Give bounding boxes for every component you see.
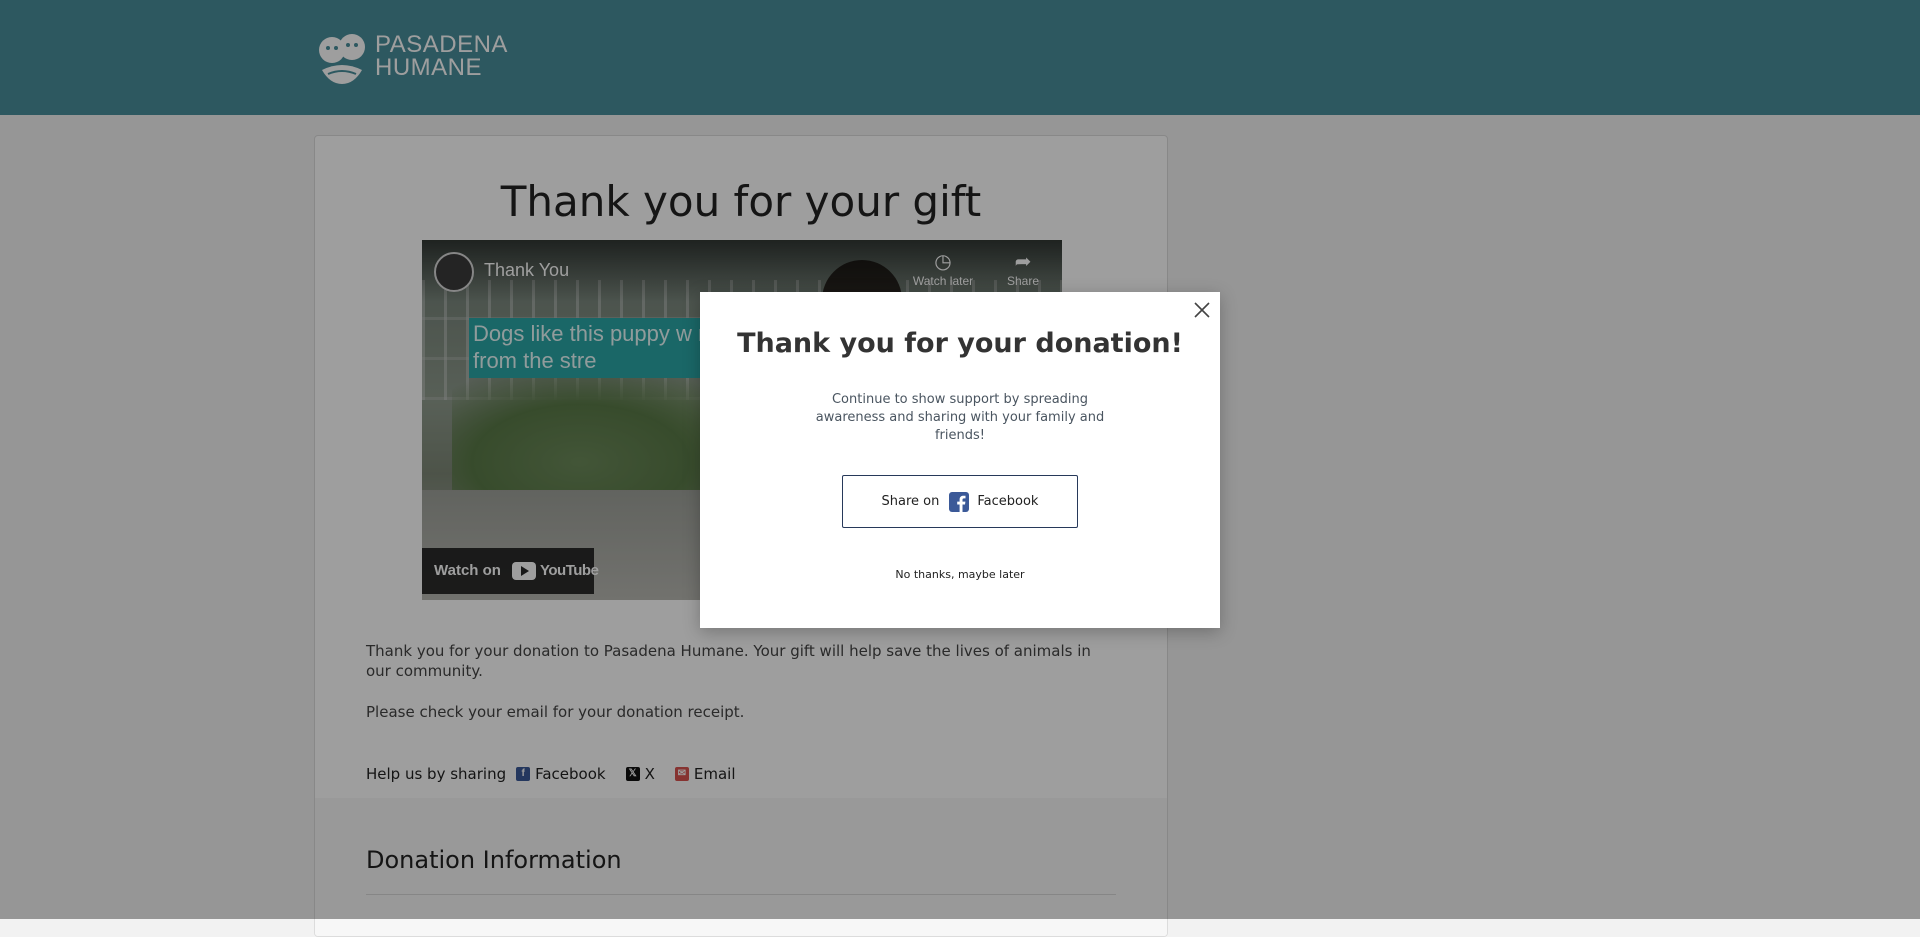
modal-body-text: Continue to show support by spreading aw…: [815, 392, 1105, 443]
share-network-label: Facebook: [977, 494, 1039, 509]
share-on-facebook-button[interactable]: Share on Facebook: [842, 475, 1078, 528]
modal-title: Thank you for your donation!: [737, 328, 1183, 359]
share-on-label: Share on: [881, 494, 940, 509]
close-icon: [1194, 302, 1210, 318]
modal-close-button[interactable]: [1190, 298, 1214, 322]
no-thanks-link[interactable]: No thanks, maybe later: [700, 568, 1220, 581]
facebook-icon: [949, 491, 970, 512]
donation-share-modal: Thank you for your donation! Continue to…: [700, 292, 1220, 628]
